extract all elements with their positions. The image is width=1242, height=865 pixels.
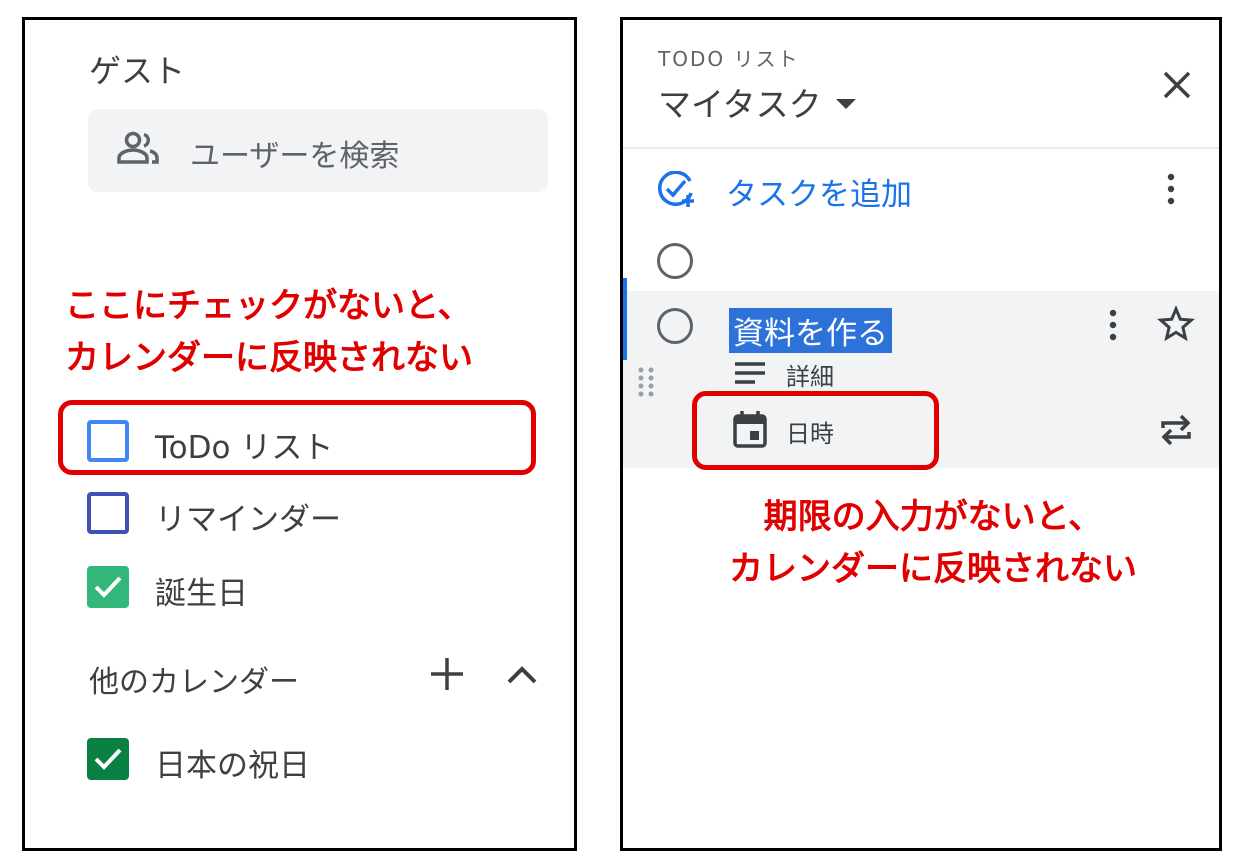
list-title-dropdown[interactable]: マイタスク — [658, 78, 856, 126]
repeat-icon[interactable] — [1159, 412, 1193, 448]
list-title: マイタスク — [658, 85, 822, 124]
header-divider — [623, 147, 1219, 149]
chevron-up-icon[interactable] — [505, 660, 539, 690]
drag-handle-icon[interactable] — [636, 366, 656, 398]
star-icon[interactable] — [1157, 305, 1195, 343]
calendar-sidebar-panel: ゲスト ユーザーを検索 ここにチェックがないと、 カレンダーに反映されない To… — [22, 17, 577, 851]
annotation-line: ここにチェックがないと、 — [65, 286, 472, 326]
calendar-label: 誕生日 — [155, 576, 248, 612]
calendar-item-birthdays[interactable]: 誕生日 — [87, 566, 527, 612]
jp-holidays-checkbox[interactable] — [87, 738, 129, 780]
task-complete-toggle[interactable] — [657, 308, 693, 344]
calendar-item-jp-holidays[interactable]: 日本の祝日 — [87, 738, 527, 784]
other-calendars-heading: 他のカレンダー — [89, 665, 299, 700]
calendar-item-reminders[interactable]: リマインダー — [87, 492, 527, 538]
close-icon[interactable] — [1160, 68, 1194, 102]
tasks-panel: TODO リスト マイタスク タスクを追加 資料を作る 詳細 日時 期限の入力が… — [620, 17, 1222, 851]
search-users-input[interactable]: ユーザーを検索 — [88, 109, 548, 192]
list-eyebrow: TODO リスト — [658, 47, 800, 71]
annotation-line: カレンダーに反映されない — [65, 338, 473, 378]
add-task-button[interactable]: タスクを追加 — [726, 169, 912, 214]
add-task-icon[interactable] — [656, 171, 696, 209]
todo-checkbox[interactable] — [87, 420, 129, 462]
check-icon — [94, 748, 122, 770]
calendar-label: ToDo リスト — [155, 430, 334, 466]
check-icon — [94, 576, 122, 598]
more-vert-icon[interactable] — [1105, 308, 1121, 342]
dropdown-caret-icon — [835, 98, 856, 109]
people-icon — [117, 131, 159, 164]
calendar-icon — [733, 411, 767, 448]
annotation-line: カレンダーに反映されない — [729, 549, 1137, 589]
search-placeholder: ユーザーを検索 — [190, 139, 400, 174]
task-title-input[interactable]: 資料を作る — [729, 308, 892, 353]
annotation-checkbox-note: ここにチェックがないと、 カレンダーに反映されない — [65, 280, 535, 384]
selection-indicator — [623, 278, 627, 360]
user-label: ゲスト — [89, 52, 186, 90]
reminders-checkbox[interactable] — [87, 492, 129, 534]
birthdays-checkbox[interactable] — [87, 566, 129, 608]
more-vert-icon[interactable] — [1163, 170, 1179, 208]
date-time-field[interactable]: 日時 — [786, 414, 834, 449]
task-complete-toggle[interactable] — [657, 243, 693, 279]
annotation-line: 期限の入力がないと、 — [763, 497, 1103, 537]
details-field[interactable]: 詳細 — [786, 357, 834, 392]
calendar-label: リマインダー — [155, 502, 341, 538]
calendar-item-todo[interactable]: ToDo リスト — [87, 420, 527, 466]
plus-icon[interactable] — [429, 656, 465, 692]
details-icon — [735, 362, 765, 384]
annotation-date-note: 期限の入力がないと、 カレンダーに反映されない — [673, 491, 1193, 595]
calendar-label: 日本の祝日 — [155, 748, 310, 784]
